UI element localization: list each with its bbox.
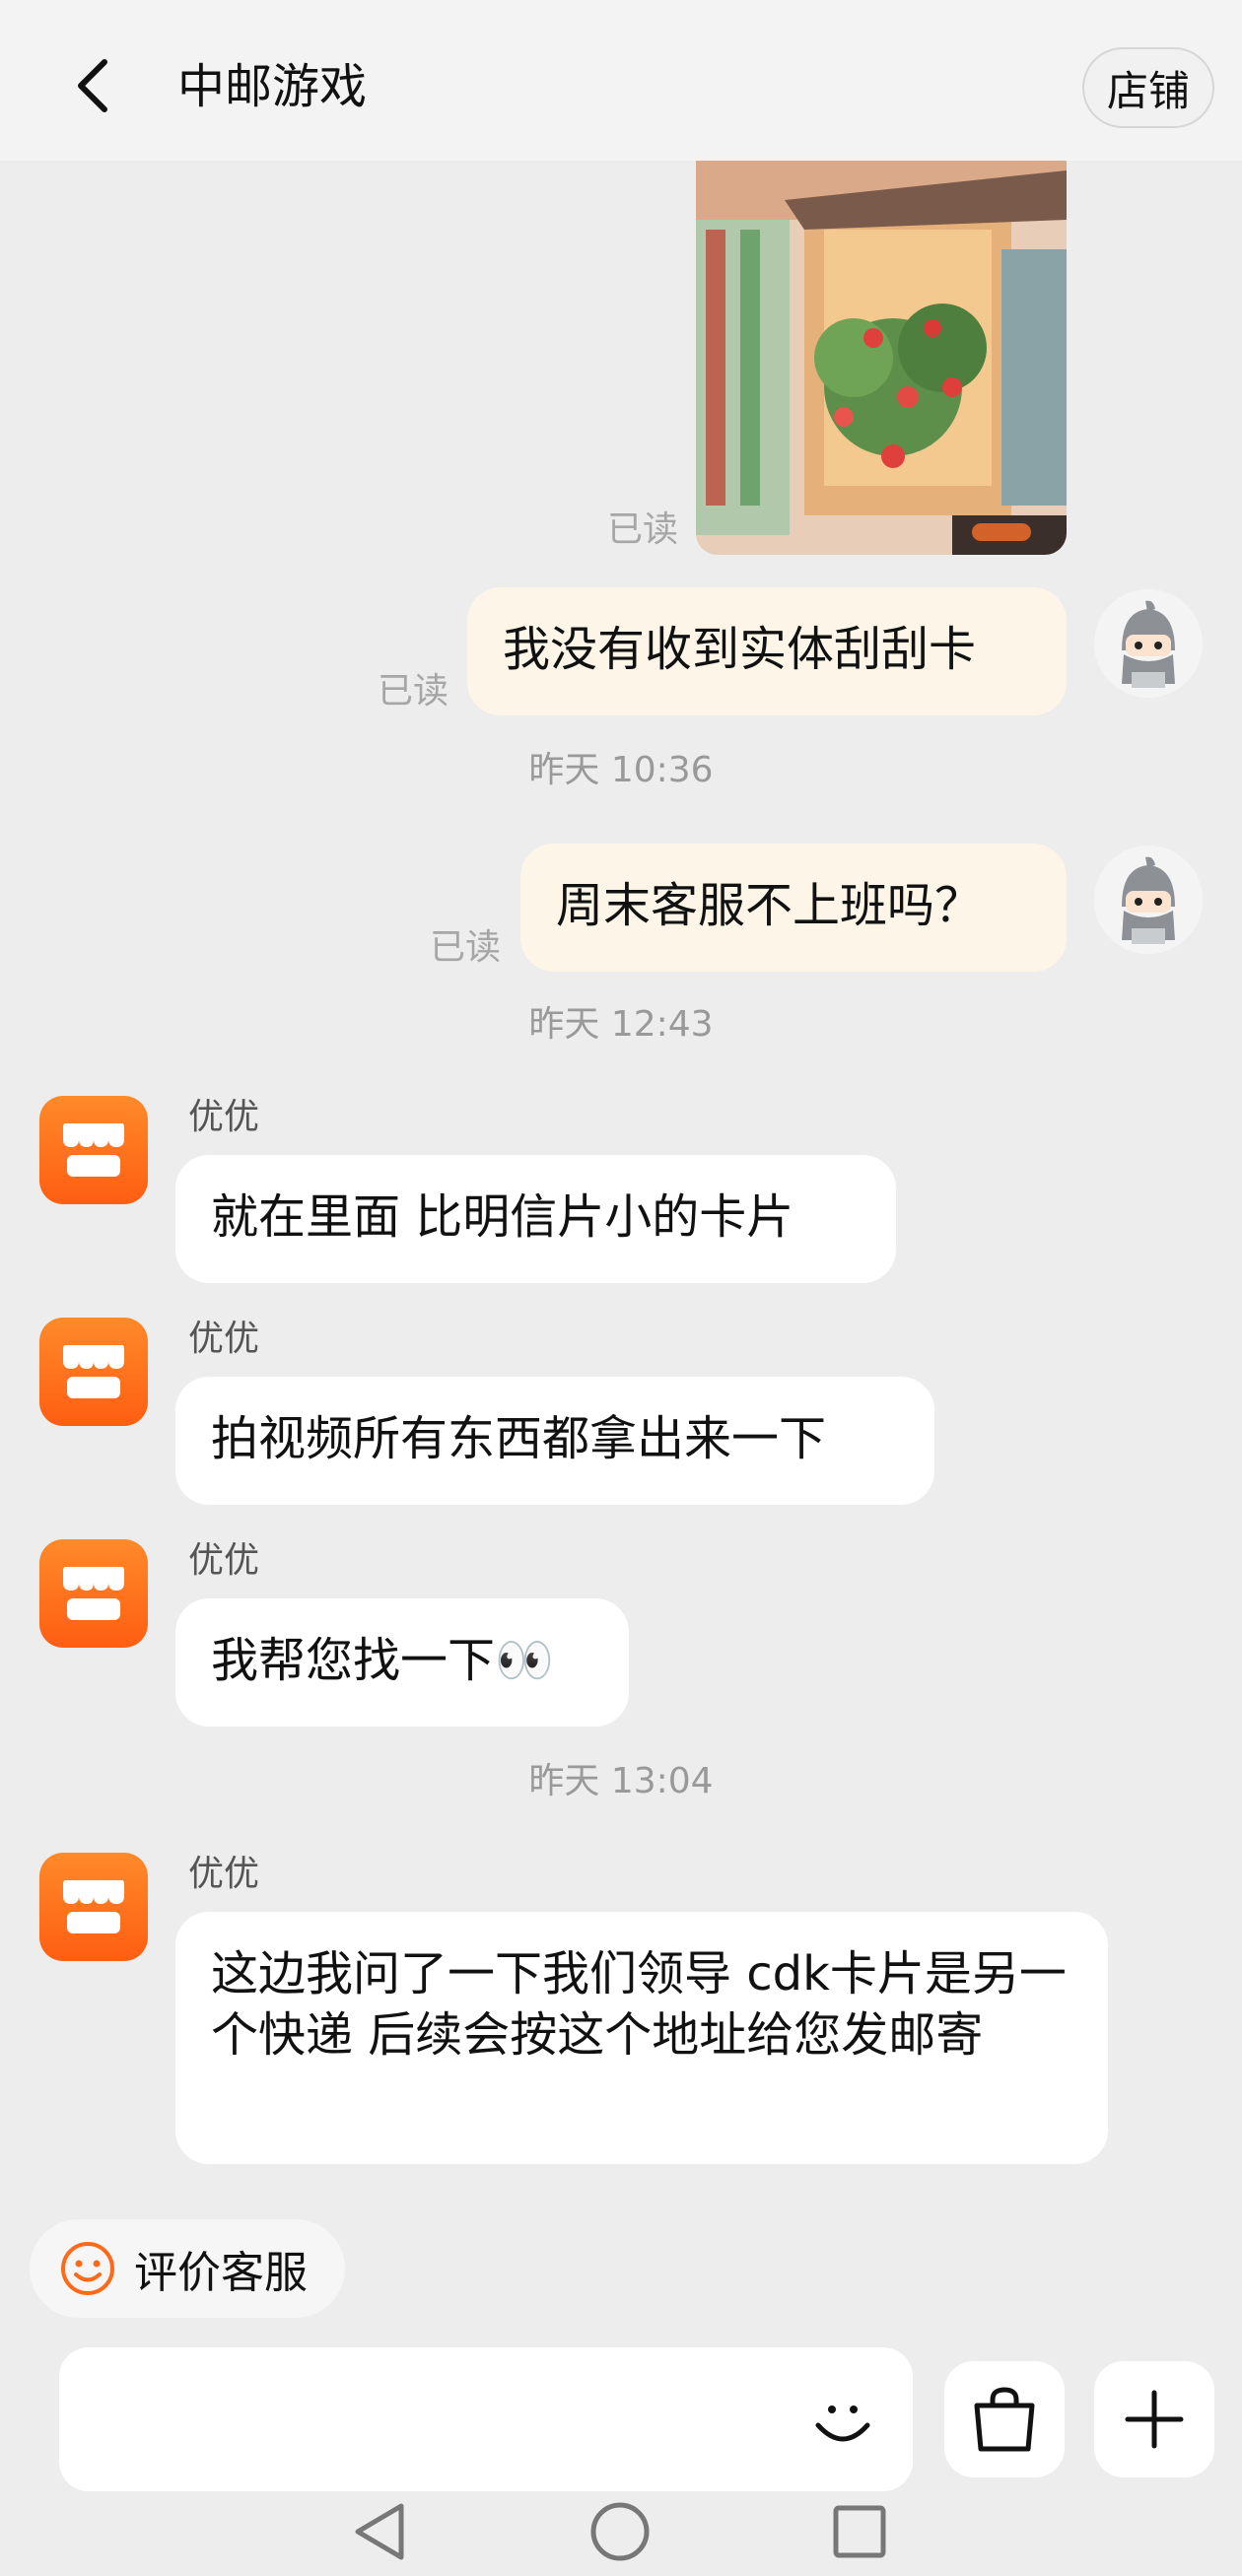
top-bar: 中邮游戏 店铺 <box>0 0 1242 161</box>
page-title: 中邮游戏 <box>177 59 368 114</box>
chevron-left-icon <box>78 59 107 112</box>
store-icon <box>63 1123 124 1177</box>
message-input[interactable] <box>59 2347 913 2491</box>
shop-bag-button[interactable] <box>944 2361 1065 2477</box>
store-icon <box>63 1567 124 1620</box>
square-recents-icon <box>833 2505 886 2558</box>
ninja-avatar-icon <box>1094 589 1203 698</box>
read-status: 已读 <box>430 927 502 968</box>
bot-message-bubble[interactable]: 我帮您找一下👀 <box>175 1598 629 1727</box>
bot-message-bubble[interactable]: 就在里面 比明信片小的卡片 <box>175 1155 896 1283</box>
plus-button[interactable] <box>1094 2361 1214 2477</box>
bot-avatar[interactable] <box>39 1853 148 1961</box>
nav-home-button[interactable] <box>586 2497 655 2566</box>
back-button[interactable] <box>59 51 128 120</box>
user-avatar[interactable] <box>1094 846 1203 954</box>
smile-icon <box>815 2406 870 2442</box>
sender-name: 优优 <box>188 1854 260 1894</box>
image-message[interactable] <box>696 161 1067 555</box>
smile-icon <box>61 2242 114 2295</box>
product-image <box>696 161 1067 555</box>
my-message-bubble[interactable]: 我没有收到实体刮刮卡 <box>467 587 1067 715</box>
read-status: 已读 <box>607 509 679 550</box>
shopping-bag-icon <box>974 2387 1035 2452</box>
emoji-button[interactable] <box>803 2383 882 2462</box>
read-status: 已读 <box>378 671 449 712</box>
circle-home-icon <box>590 2502 650 2561</box>
sender-name: 优优 <box>188 1540 260 1581</box>
bot-avatar[interactable] <box>39 1096 148 1204</box>
nav-recents-button[interactable] <box>825 2497 894 2566</box>
timestamp: 昨天 13:04 <box>528 1761 714 1801</box>
my-message-bubble[interactable]: 周末客服不上班吗？ <box>520 844 1067 972</box>
plus-icon <box>1125 2390 1184 2449</box>
user-avatar[interactable] <box>1094 589 1203 698</box>
store-icon <box>63 1345 124 1398</box>
timestamp: 昨天 10:36 <box>528 750 714 790</box>
rate-service-label: 评价客服 <box>134 2248 308 2298</box>
bot-message-bubble[interactable]: 拍视频所有东西都拿出来一下 <box>175 1377 934 1505</box>
nav-back-button[interactable] <box>345 2497 414 2566</box>
bot-avatar[interactable] <box>39 1318 148 1426</box>
bot-message-bubble[interactable]: 这边我问了一下我们领导 cdk卡片是另一个快递 后续会按这个地址给您发邮寄 <box>175 1912 1108 2164</box>
triangle-back-icon <box>355 2503 404 2560</box>
sender-name: 优优 <box>188 1319 260 1359</box>
timestamp: 昨天 12:43 <box>528 1004 714 1045</box>
store-icon <box>63 1880 124 1933</box>
ninja-avatar-icon <box>1094 846 1203 954</box>
rate-service-button[interactable]: 评价客服 <box>30 2219 345 2318</box>
shop-button[interactable]: 店铺 <box>1082 47 1214 128</box>
sender-name: 优优 <box>188 1097 260 1137</box>
bot-avatar[interactable] <box>39 1539 148 1648</box>
